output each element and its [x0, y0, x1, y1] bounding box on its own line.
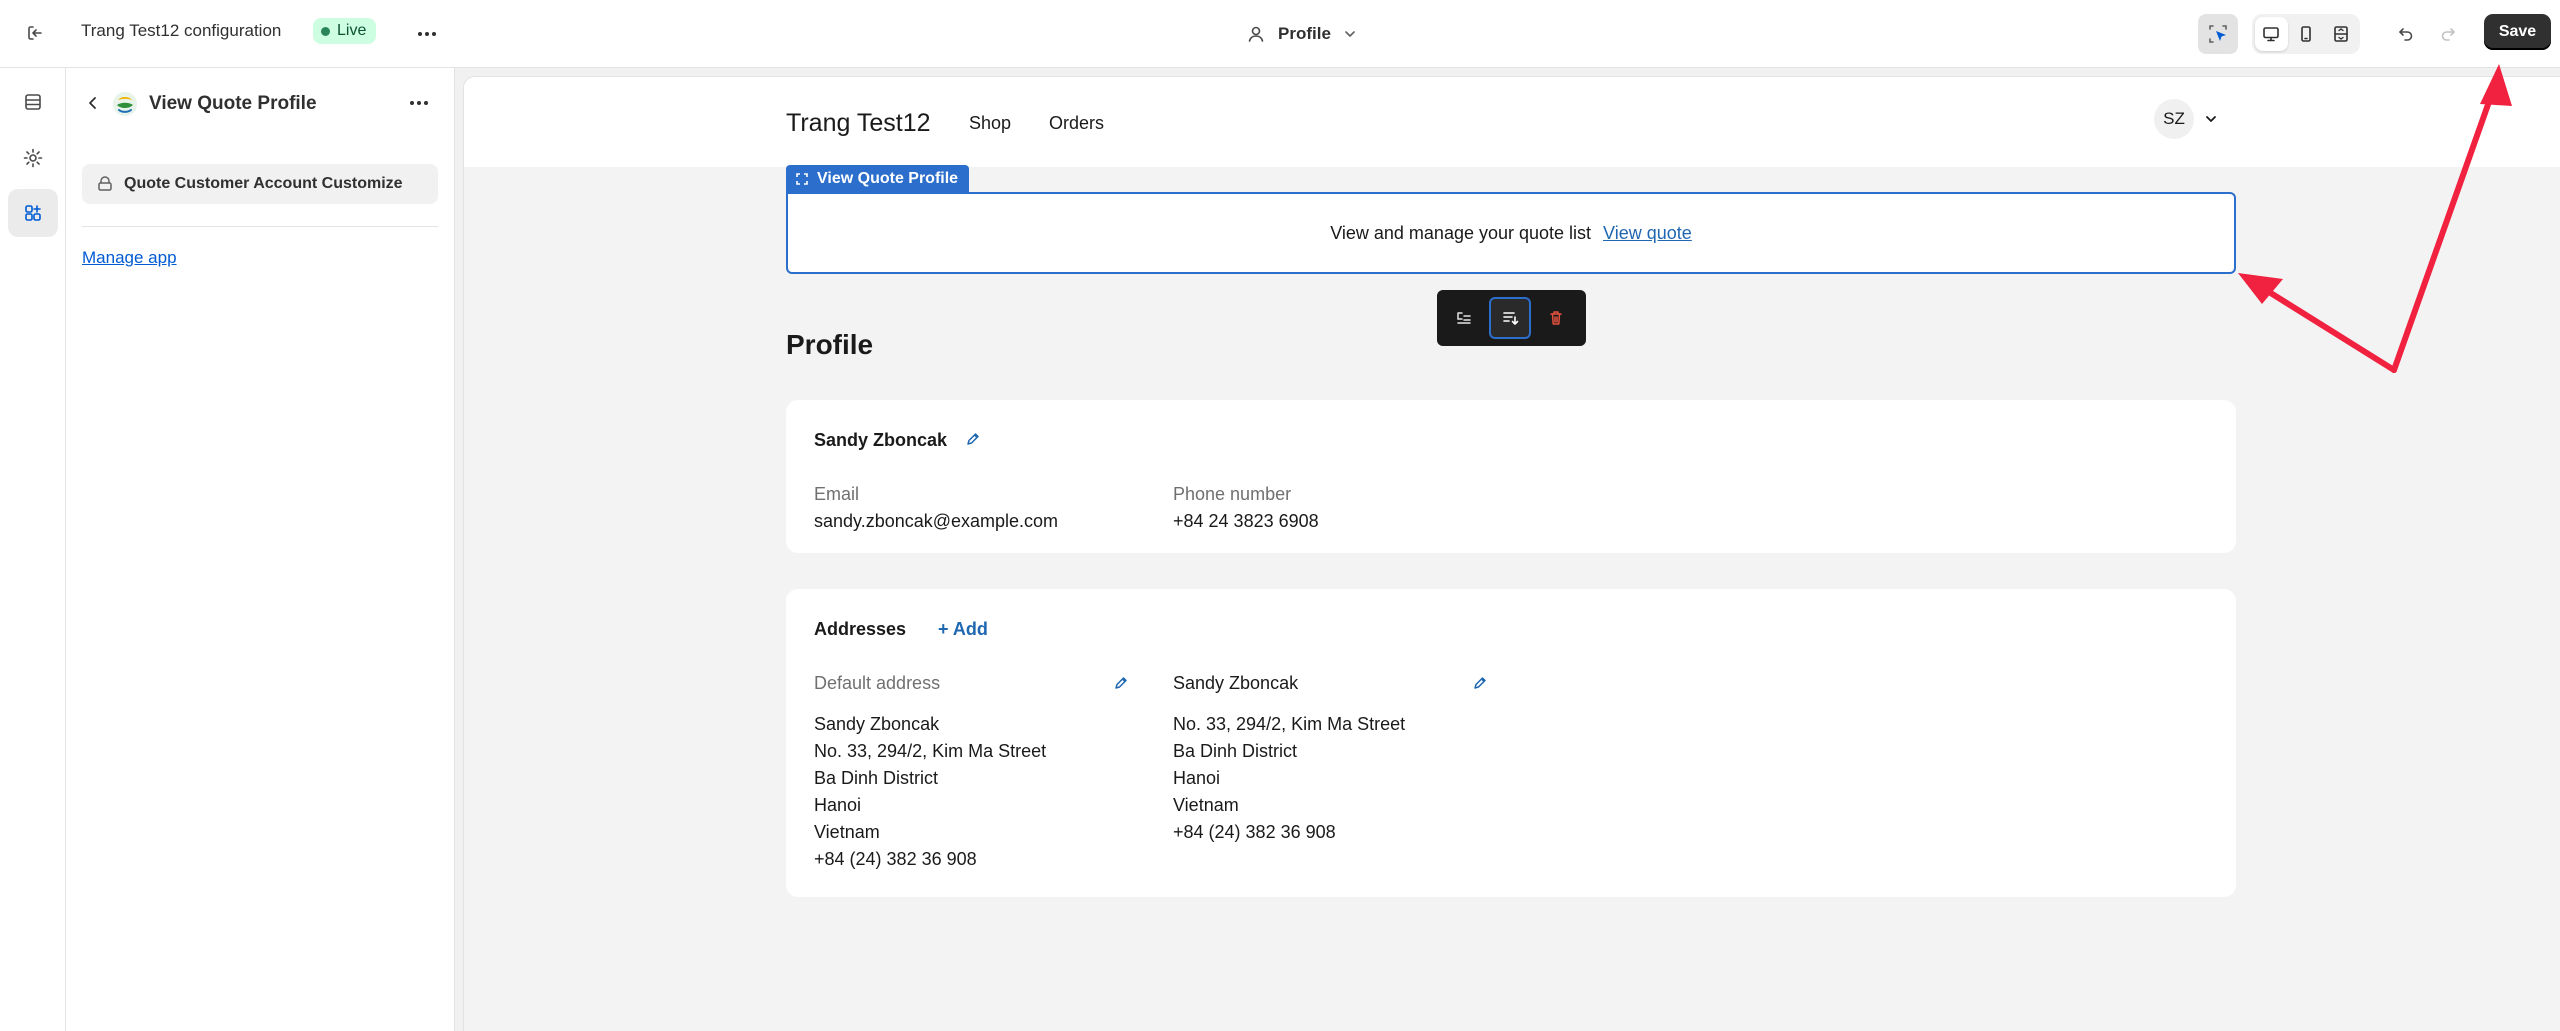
- mobile-preview-button[interactable]: [2290, 17, 2323, 51]
- profile-card: Sandy Zboncak Email sandy.zboncak@exampl…: [786, 400, 2236, 553]
- sort-down-icon: [1503, 312, 1519, 325]
- live-status-badge: Live: [313, 18, 377, 44]
- email-label: Email: [814, 484, 860, 504]
- reorder-block-button[interactable]: [1489, 297, 1531, 339]
- address-heading: Sandy Zboncak: [1173, 673, 1299, 693]
- store-preview: Trang Test12 Shop Orders SZ View Quote P…: [463, 76, 2560, 1031]
- app-block-icon: [98, 176, 112, 191]
- edit-address-button[interactable]: [1110, 672, 1132, 694]
- store-name[interactable]: Trang Test12: [786, 109, 931, 138]
- address-line: +84 (24) 382 36 908: [1173, 822, 1336, 842]
- manage-app-link[interactable]: Manage app: [82, 248, 177, 268]
- save-button[interactable]: Save: [2484, 14, 2551, 50]
- apps-icon: [25, 205, 41, 221]
- chevron-down-icon: [2206, 116, 2216, 122]
- app-logo: [113, 92, 137, 116]
- block-select-icon: [796, 172, 808, 185]
- edit-profile-button[interactable]: [962, 428, 984, 450]
- selected-block-label: View Quote Profile: [786, 165, 970, 192]
- selected-block-label-text: View Quote Profile: [817, 169, 959, 187]
- address-line: Sandy Zboncak: [814, 714, 940, 734]
- chevron-left-icon: [89, 97, 96, 109]
- address-line: Hanoi: [814, 795, 862, 815]
- address-line: Ba Dinh District: [814, 768, 939, 788]
- undo-icon: [2399, 28, 2413, 41]
- address-line: Hanoi: [1173, 768, 1221, 788]
- sections-icon: [25, 94, 41, 110]
- desktop-icon: [2263, 27, 2280, 42]
- inspector-toggle-button[interactable]: [2198, 14, 2238, 54]
- address-line: No. 33, 294/2, Kim Ma Street: [1173, 714, 1406, 734]
- back-button[interactable]: [78, 88, 108, 118]
- phone-label: Phone number: [1173, 484, 1292, 504]
- address-heading: Default address: [814, 673, 941, 693]
- app-title: Trang Test12 configuration: [81, 21, 282, 40]
- top-bar: Trang Test12 configuration Live Profile …: [0, 0, 2560, 68]
- select-cursor-icon: [2209, 25, 2227, 43]
- delete-block-button[interactable]: [1535, 297, 1577, 339]
- device-preview-group: [2252, 14, 2360, 54]
- block-floating-toolbar: [1437, 290, 1586, 346]
- address-line: +84 (24) 382 36 908: [814, 849, 977, 869]
- desktop-preview-button[interactable]: [2255, 17, 2288, 51]
- edit-address-button[interactable]: [1469, 672, 1491, 694]
- more-actions-button[interactable]: [410, 17, 444, 51]
- panel-title: View Quote Profile: [149, 93, 317, 114]
- address-line: Ba Dinh District: [1173, 741, 1298, 761]
- page-selector[interactable]: Profile: [1232, 14, 1371, 54]
- chevron-down-icon: [1345, 31, 1355, 37]
- store-header: Trang Test12 Shop Orders SZ: [464, 77, 2560, 167]
- panel-divider: [82, 226, 438, 227]
- customer-name: Sandy Zboncak: [814, 430, 948, 450]
- address-lines: No. 33, 294/2, Kim Ma Street Ba Dinh Dis…: [1173, 711, 1405, 846]
- phone-value: +84 24 3823 6908: [1173, 511, 1319, 531]
- pencil-icon: [1115, 677, 1127, 689]
- email-value: sandy.zboncak@example.com: [814, 511, 1059, 531]
- ellipsis-icon: [410, 101, 428, 105]
- ellipsis-icon: [418, 32, 436, 36]
- address-line: Vietnam: [814, 822, 880, 842]
- redo-button[interactable]: [2428, 14, 2468, 54]
- quote-banner[interactable]: View and manage your quote list View quo…: [786, 192, 2236, 274]
- address-lines: Sandy Zboncak No. 33, 294/2, Kim Ma Stre…: [814, 711, 1046, 873]
- quote-banner-text: View and manage your quote list: [1330, 222, 1592, 243]
- indent-icon: [1457, 312, 1471, 324]
- trash-icon: [1550, 311, 1562, 325]
- app-block-panel: View Quote Profile Quote Customer Accoun…: [66, 68, 455, 1031]
- addresses-title: Addresses: [814, 619, 907, 639]
- move-block-button[interactable]: [1443, 297, 1485, 339]
- left-rail: [0, 68, 66, 1031]
- exit-button[interactable]: [18, 16, 52, 50]
- account-menu[interactable]: SZ: [2154, 99, 2218, 139]
- mobile-icon: [2301, 26, 2311, 42]
- exit-icon: [28, 26, 42, 40]
- apps-rail-button[interactable]: [8, 189, 58, 237]
- gear-icon: [23, 148, 43, 168]
- fullscreen-preview-button[interactable]: [2324, 17, 2357, 51]
- expand-icon: [2333, 26, 2348, 42]
- add-address-link[interactable]: + Add: [938, 619, 988, 640]
- pencil-icon: [967, 433, 979, 445]
- page-selector-label: Profile: [1278, 24, 1331, 43]
- sections-rail-button[interactable]: [8, 78, 58, 126]
- address-line: No. 33, 294/2, Kim Ma Street: [814, 741, 1047, 761]
- live-badge-label: Live: [337, 22, 367, 39]
- view-quote-link[interactable]: View quote: [1603, 223, 1692, 244]
- live-dot-icon: [321, 26, 330, 36]
- panel-more-button[interactable]: [402, 88, 436, 118]
- settings-rail-button[interactable]: [8, 134, 58, 182]
- nav-shop-link[interactable]: Shop: [969, 113, 1011, 134]
- pencil-icon: [1474, 677, 1486, 689]
- addresses-card: Addresses + Add Default address Sandy Zb…: [786, 589, 2236, 897]
- undo-button[interactable]: [2386, 14, 2426, 54]
- nav-orders-link[interactable]: Orders: [1049, 113, 1104, 134]
- redo-icon: [2441, 28, 2455, 41]
- panel-header: View Quote Profile: [66, 86, 455, 120]
- profile-heading: Profile: [786, 329, 874, 360]
- app-block-label: Quote Customer Account Customize: [124, 175, 403, 192]
- address-line: Vietnam: [1173, 795, 1239, 815]
- avatar: SZ: [2154, 99, 2194, 139]
- person-icon: [1248, 26, 1264, 42]
- app-block-item[interactable]: Quote Customer Account Customize: [82, 164, 438, 204]
